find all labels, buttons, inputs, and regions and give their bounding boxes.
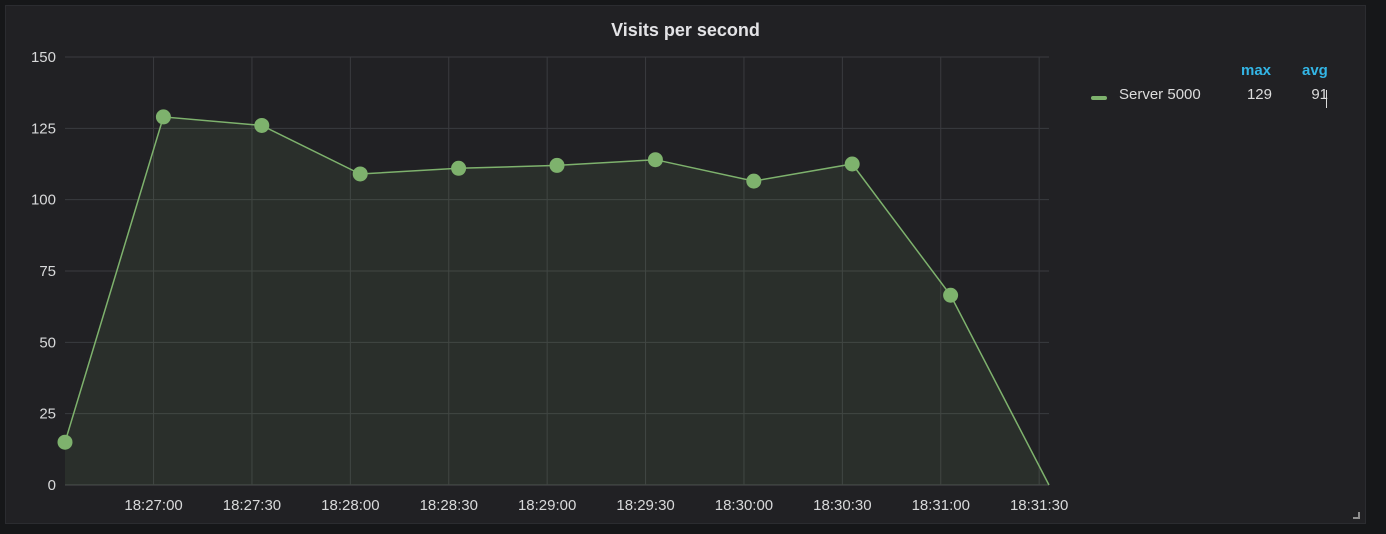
legend-avg-value: 91 xyxy=(1311,86,1328,103)
x-tick-label: 18:28:30 xyxy=(420,497,478,514)
y-tick-label: 150 xyxy=(31,49,56,66)
chart-plot[interactable]: 0 25 50 75 100 125 150 18:27:00 18:27:30 18:28:0… xyxy=(6,6,1366,524)
resize-handle[interactable] xyxy=(1353,512,1360,519)
x-tick-label: 18:30:00 xyxy=(715,497,773,514)
data-point xyxy=(647,152,663,168)
x-tick-label: 18:29:00 xyxy=(518,497,576,514)
text-cursor xyxy=(1326,90,1327,108)
x-tick-label: 18:31:00 xyxy=(912,497,970,514)
data-point xyxy=(746,173,762,189)
data-point xyxy=(451,160,467,176)
graph-panel: Visits per second 0 25 50 75 100 125 150 18:27… xyxy=(5,5,1366,524)
x-axis: 18:27:00 18:27:30 18:28:00 18:28:30 18:29:00… xyxy=(124,497,1068,514)
x-tick-label: 18:28:00 xyxy=(321,497,379,514)
legend-header-avg[interactable]: avg xyxy=(1302,62,1328,79)
data-point xyxy=(57,434,73,450)
data-point xyxy=(549,157,565,173)
x-tick-label: 18:29:30 xyxy=(616,497,674,514)
y-tick-label: 0 xyxy=(48,477,56,494)
y-axis: 0 25 50 75 100 125 150 xyxy=(31,49,56,494)
x-tick-label: 18:31:30 xyxy=(1010,497,1068,514)
data-point xyxy=(943,287,959,303)
y-tick-label: 100 xyxy=(31,192,56,209)
legend-series-name[interactable]: Server 5000 xyxy=(1119,86,1201,103)
data-point xyxy=(844,156,860,172)
y-tick-label: 50 xyxy=(39,334,56,351)
series-layer xyxy=(57,109,1050,486)
legend-header-max[interactable]: max xyxy=(1241,62,1271,79)
legend-swatch[interactable] xyxy=(1091,96,1107,100)
data-point xyxy=(155,109,171,125)
x-tick-label: 18:27:00 xyxy=(124,497,182,514)
y-tick-label: 75 xyxy=(39,263,56,280)
data-point xyxy=(254,117,270,133)
legend-max-value: 129 xyxy=(1246,86,1272,103)
y-tick-label: 125 xyxy=(31,120,56,137)
x-tick-label: 18:27:30 xyxy=(223,497,281,514)
x-tick-label: 18:30:30 xyxy=(813,497,871,514)
data-point xyxy=(352,166,368,182)
y-tick-label: 25 xyxy=(39,406,56,423)
